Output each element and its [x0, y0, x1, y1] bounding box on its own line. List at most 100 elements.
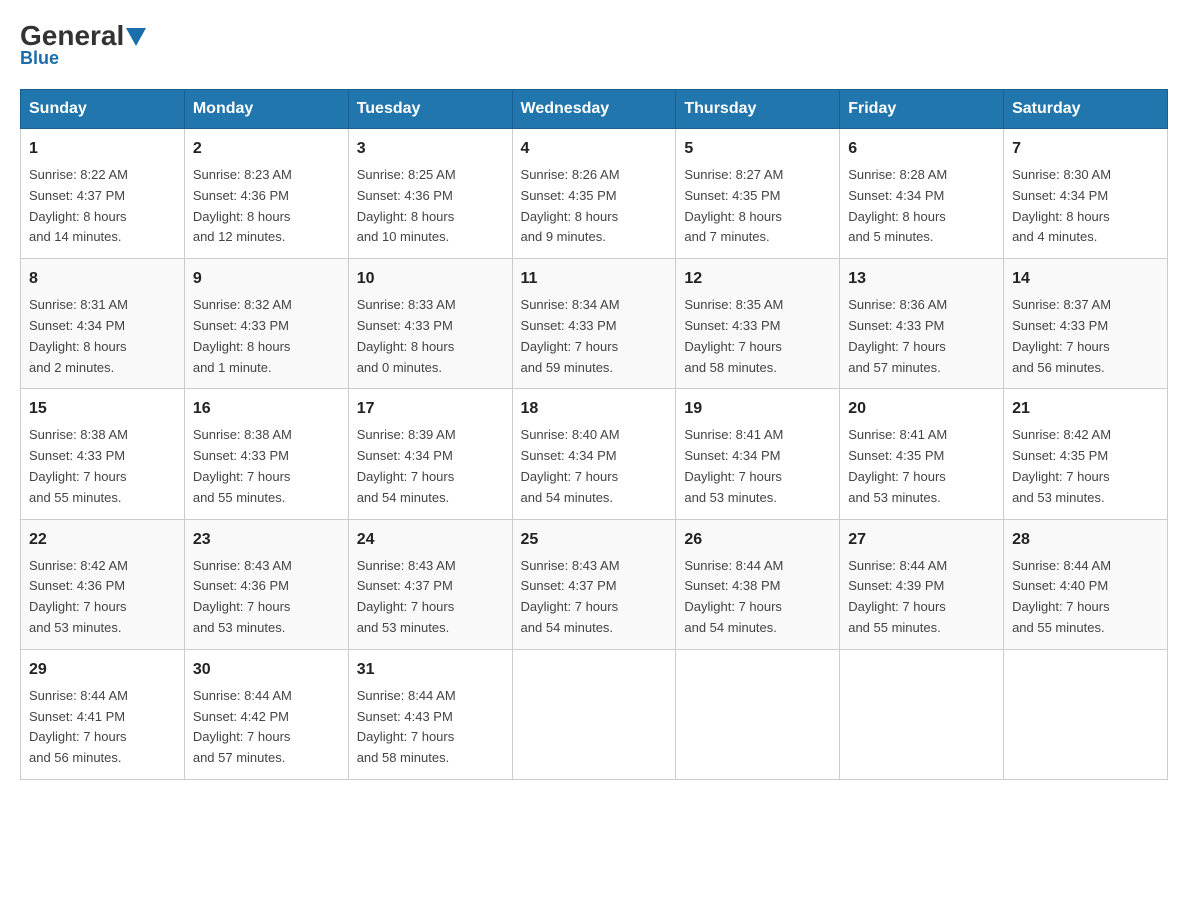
day-info: Sunrise: 8:42 AM Sunset: 4:36 PM Dayligh…: [29, 556, 176, 639]
logo-blue: Blue: [20, 48, 59, 69]
calendar-week-row: 22 Sunrise: 8:42 AM Sunset: 4:36 PM Dayli…: [21, 519, 1168, 649]
day-number: 29: [29, 658, 176, 682]
day-number: 25: [521, 528, 668, 552]
day-number: 9: [193, 267, 340, 291]
calendar-week-row: 29 Sunrise: 8:44 AM Sunset: 4:41 PM Dayli…: [21, 649, 1168, 779]
calendar-cell: 1 Sunrise: 8:22 AM Sunset: 4:37 PM Daylig…: [21, 129, 185, 259]
day-number: 15: [29, 397, 176, 421]
calendar-cell: 13 Sunrise: 8:36 AM Sunset: 4:33 PM Dayli…: [840, 259, 1004, 389]
calendar-cell: 8Sunrise: 8:31 AM Sunset: 4:34 PM Daylig…: [21, 259, 185, 389]
calendar-week-row: 1 Sunrise: 8:22 AM Sunset: 4:37 PM Daylig…: [21, 129, 1168, 259]
calendar-week-row: 8Sunrise: 8:31 AM Sunset: 4:34 PM Daylig…: [21, 259, 1168, 389]
day-number: 21: [1012, 397, 1159, 421]
calendar-cell: 3 Sunrise: 8:25 AM Sunset: 4:36 PM Daylig…: [348, 129, 512, 259]
day-number: 4: [521, 137, 668, 161]
day-number: 30: [193, 658, 340, 682]
calendar-cell: [1004, 649, 1168, 779]
calendar-cell: 20 Sunrise: 8:41 AM Sunset: 4:35 PM Dayli…: [840, 389, 1004, 519]
calendar-cell: 6 Sunrise: 8:28 AM Sunset: 4:34 PM Daylig…: [840, 129, 1004, 259]
day-number: 31: [357, 658, 504, 682]
day-number: 13: [848, 267, 995, 291]
day-info: Sunrise: 8:41 AM Sunset: 4:35 PM Dayligh…: [848, 425, 995, 508]
day-number: 23: [193, 528, 340, 552]
header-saturday: Saturday: [1004, 90, 1168, 129]
day-number: 26: [684, 528, 831, 552]
day-number: 3: [357, 137, 504, 161]
calendar-cell: 26 Sunrise: 8:44 AM Sunset: 4:38 PM Dayli…: [676, 519, 840, 649]
day-info: Sunrise: 8:38 AM Sunset: 4:33 PM Dayligh…: [29, 425, 176, 508]
calendar-cell: 15 Sunrise: 8:38 AM Sunset: 4:33 PM Dayli…: [21, 389, 185, 519]
day-number: 7: [1012, 137, 1159, 161]
day-info: Sunrise: 8:22 AM Sunset: 4:37 PM Dayligh…: [29, 165, 176, 248]
day-info: Sunrise: 8:44 AM Sunset: 4:39 PM Dayligh…: [848, 556, 995, 639]
day-number: 14: [1012, 267, 1159, 291]
calendar-header-row: SundayMondayTuesdayWednesdayThursdayFrid…: [21, 90, 1168, 129]
header-sunday: Sunday: [21, 90, 185, 129]
page-header: General Blue: [20, 20, 1168, 69]
calendar-cell: 19 Sunrise: 8:41 AM Sunset: 4:34 PM Dayli…: [676, 389, 840, 519]
calendar-cell: [676, 649, 840, 779]
calendar-cell: 14 Sunrise: 8:37 AM Sunset: 4:33 PM Dayli…: [1004, 259, 1168, 389]
calendar-cell: 10 Sunrise: 8:33 AM Sunset: 4:33 PM Dayli…: [348, 259, 512, 389]
calendar-cell: 2 Sunrise: 8:23 AM Sunset: 4:36 PM Daylig…: [184, 129, 348, 259]
day-number: 28: [1012, 528, 1159, 552]
day-number: 2: [193, 137, 340, 161]
calendar-cell: [512, 649, 676, 779]
calendar-cell: 24Sunrise: 8:43 AM Sunset: 4:37 PM Dayli…: [348, 519, 512, 649]
calendar-table: SundayMondayTuesdayWednesdayThursdayFrid…: [20, 89, 1168, 780]
calendar-cell: 28 Sunrise: 8:44 AM Sunset: 4:40 PM Dayli…: [1004, 519, 1168, 649]
day-number: 10: [357, 267, 504, 291]
calendar-cell: 5 Sunrise: 8:27 AM Sunset: 4:35 PM Daylig…: [676, 129, 840, 259]
day-info: Sunrise: 8:34 AM Sunset: 4:33 PM Dayligh…: [521, 295, 668, 378]
calendar-cell: 23 Sunrise: 8:43 AM Sunset: 4:36 PM Dayli…: [184, 519, 348, 649]
day-info: Sunrise: 8:33 AM Sunset: 4:33 PM Dayligh…: [357, 295, 504, 378]
day-info: Sunrise: 8:44 AM Sunset: 4:40 PM Dayligh…: [1012, 556, 1159, 639]
day-number: 16: [193, 397, 340, 421]
day-number: 17: [357, 397, 504, 421]
calendar-cell: 27Sunrise: 8:44 AM Sunset: 4:39 PM Dayli…: [840, 519, 1004, 649]
day-info: Sunrise: 8:25 AM Sunset: 4:36 PM Dayligh…: [357, 165, 504, 248]
day-number: 5: [684, 137, 831, 161]
calendar-cell: 31Sunrise: 8:44 AM Sunset: 4:43 PM Dayli…: [348, 649, 512, 779]
day-number: 6: [848, 137, 995, 161]
header-wednesday: Wednesday: [512, 90, 676, 129]
logo: General Blue: [20, 20, 146, 69]
day-info: Sunrise: 8:37 AM Sunset: 4:33 PM Dayligh…: [1012, 295, 1159, 378]
day-info: Sunrise: 8:41 AM Sunset: 4:34 PM Dayligh…: [684, 425, 831, 508]
calendar-cell: 29 Sunrise: 8:44 AM Sunset: 4:41 PM Dayli…: [21, 649, 185, 779]
calendar-cell: 21 Sunrise: 8:42 AM Sunset: 4:35 PM Dayli…: [1004, 389, 1168, 519]
day-number: 1: [29, 137, 176, 161]
calendar-cell: [840, 649, 1004, 779]
day-info: Sunrise: 8:36 AM Sunset: 4:33 PM Dayligh…: [848, 295, 995, 378]
day-info: Sunrise: 8:44 AM Sunset: 4:41 PM Dayligh…: [29, 686, 176, 769]
calendar-cell: 18 Sunrise: 8:40 AM Sunset: 4:34 PM Dayli…: [512, 389, 676, 519]
calendar-cell: 16 Sunrise: 8:38 AM Sunset: 4:33 PM Dayli…: [184, 389, 348, 519]
logo-triangle-icon: [126, 28, 146, 46]
day-info: Sunrise: 8:38 AM Sunset: 4:33 PM Dayligh…: [193, 425, 340, 508]
calendar-cell: 17 Sunrise: 8:39 AM Sunset: 4:34 PM Dayli…: [348, 389, 512, 519]
day-number: 12: [684, 267, 831, 291]
day-number: 11: [521, 267, 668, 291]
header-tuesday: Tuesday: [348, 90, 512, 129]
day-info: Sunrise: 8:30 AM Sunset: 4:34 PM Dayligh…: [1012, 165, 1159, 248]
day-info: Sunrise: 8:27 AM Sunset: 4:35 PM Dayligh…: [684, 165, 831, 248]
day-info: Sunrise: 8:43 AM Sunset: 4:37 PM Dayligh…: [357, 556, 504, 639]
day-number: 20: [848, 397, 995, 421]
calendar-week-row: 15 Sunrise: 8:38 AM Sunset: 4:33 PM Dayli…: [21, 389, 1168, 519]
day-info: Sunrise: 8:39 AM Sunset: 4:34 PM Dayligh…: [357, 425, 504, 508]
day-info: Sunrise: 8:35 AM Sunset: 4:33 PM Dayligh…: [684, 295, 831, 378]
day-number: 18: [521, 397, 668, 421]
day-number: 19: [684, 397, 831, 421]
day-info: Sunrise: 8:23 AM Sunset: 4:36 PM Dayligh…: [193, 165, 340, 248]
day-info: Sunrise: 8:28 AM Sunset: 4:34 PM Dayligh…: [848, 165, 995, 248]
day-info: Sunrise: 8:40 AM Sunset: 4:34 PM Dayligh…: [521, 425, 668, 508]
calendar-cell: 30Sunrise: 8:44 AM Sunset: 4:42 PM Dayli…: [184, 649, 348, 779]
calendar-cell: 22 Sunrise: 8:42 AM Sunset: 4:36 PM Dayli…: [21, 519, 185, 649]
day-info: Sunrise: 8:42 AM Sunset: 4:35 PM Dayligh…: [1012, 425, 1159, 508]
day-info: Sunrise: 8:43 AM Sunset: 4:36 PM Dayligh…: [193, 556, 340, 639]
day-info: Sunrise: 8:43 AM Sunset: 4:37 PM Dayligh…: [521, 556, 668, 639]
day-info: Sunrise: 8:32 AM Sunset: 4:33 PM Dayligh…: [193, 295, 340, 378]
day-number: 22: [29, 528, 176, 552]
day-info: Sunrise: 8:44 AM Sunset: 4:38 PM Dayligh…: [684, 556, 831, 639]
calendar-cell: 25 Sunrise: 8:43 AM Sunset: 4:37 PM Dayli…: [512, 519, 676, 649]
